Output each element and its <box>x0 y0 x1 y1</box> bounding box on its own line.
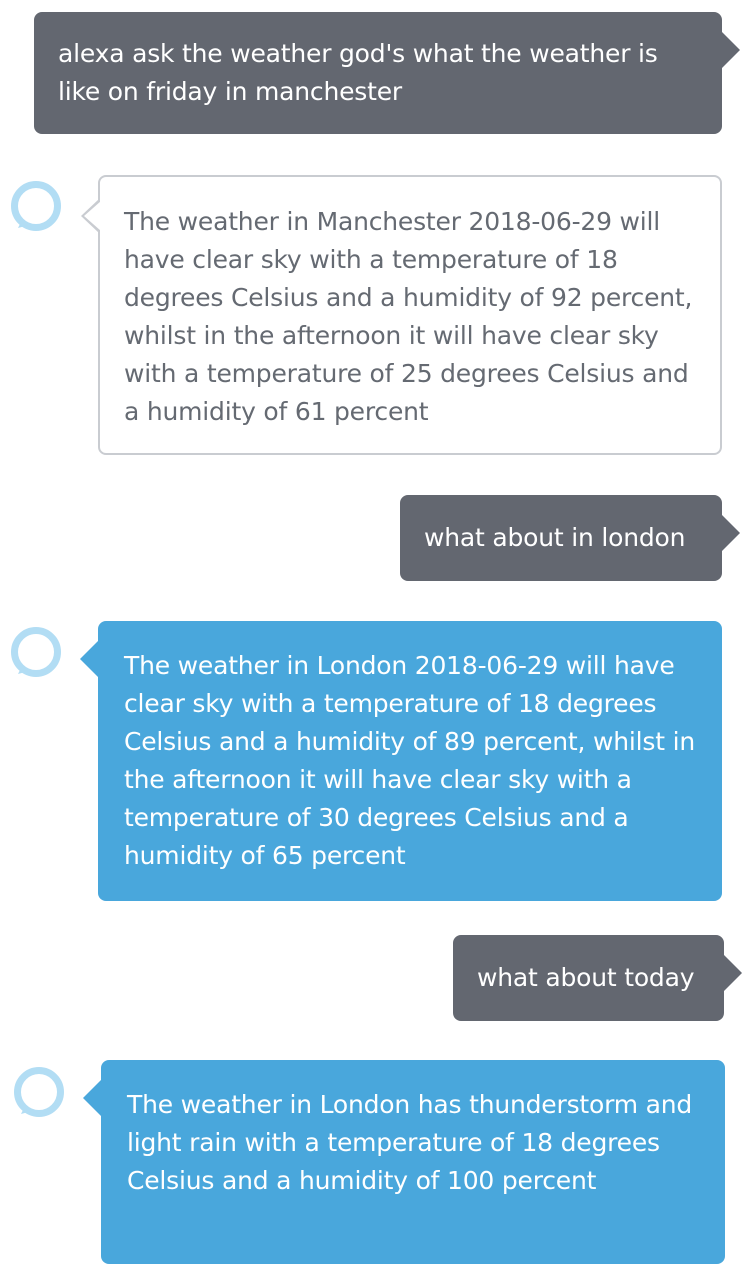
alexa-ring-icon <box>11 627 61 677</box>
alexa-response-text: The weather in London has thunderstorm a… <box>127 1090 693 1195</box>
user-message-text: what about in london <box>424 523 686 552</box>
alexa-response-bubble: The weather in London has thunderstorm a… <box>83 1060 725 1264</box>
user-message-bubble: alexa ask the weather god's what the wea… <box>34 12 740 134</box>
user-message-bubble: what about today <box>453 935 742 1021</box>
alexa-response-bubble: The weather in London 2018-06-29 will ha… <box>80 621 722 901</box>
user-message-text: alexa ask the weather god's what the wea… <box>58 39 658 106</box>
user-message-text: what about today <box>477 963 695 992</box>
user-message-bubble: what about in london <box>400 495 740 581</box>
alexa-ring-icon <box>11 181 61 231</box>
alexa-response-text: The weather in London 2018-06-29 will ha… <box>124 651 695 870</box>
alexa-ring-icon <box>14 1067 64 1117</box>
alexa-response-bubble: The weather in Manchester 2018-06-29 wil… <box>81 175 722 455</box>
alexa-response-text: The weather in Manchester 2018-06-29 wil… <box>124 207 693 426</box>
